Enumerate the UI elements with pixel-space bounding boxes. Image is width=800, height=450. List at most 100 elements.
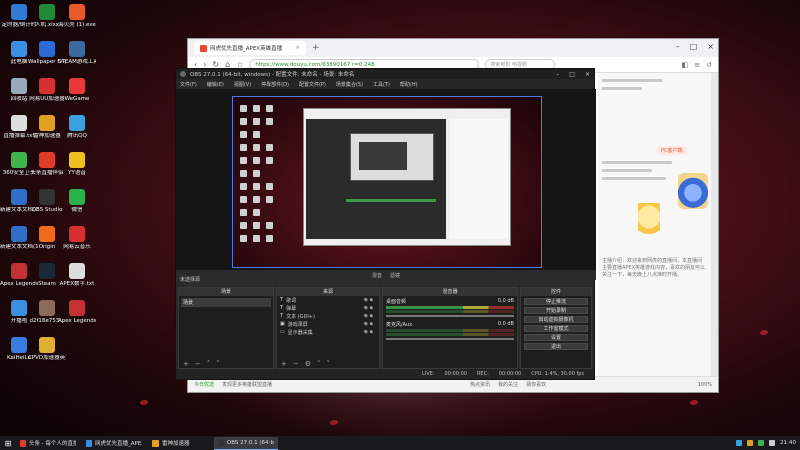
pc-client-badge[interactable]: PC客户端	[656, 146, 688, 155]
desktop-icon[interactable]: 海贝壳 (1).exe	[58, 4, 96, 29]
start-recording-button[interactable]: 开始录制	[524, 307, 588, 314]
live-label: LIVE:	[421, 371, 435, 377]
exit-button[interactable]: 退出	[524, 343, 588, 350]
music-icon	[69, 226, 85, 242]
stop-streaming-button[interactable]: 停止推流	[524, 298, 588, 305]
volume-slider[interactable]	[386, 315, 514, 317]
visibility-eye-icon[interactable]: ◉ ▪	[364, 297, 373, 303]
visibility-eye-icon[interactable]: ◉ ▪	[364, 313, 373, 319]
virtual-camera-button[interactable]: 启动虚拟摄像机	[524, 316, 588, 323]
mixer-tab[interactable]: 混音	[372, 272, 382, 279]
close-icon[interactable]: ×	[585, 71, 590, 78]
move-up-icon[interactable]: ˄	[317, 360, 321, 368]
douyu-favicon-icon	[200, 44, 207, 52]
settings-button[interactable]: 设置	[524, 334, 588, 341]
scrollbar[interactable]	[711, 73, 718, 376]
source-item[interactable]: T 文本 (GDI+) ◉ ▪	[277, 312, 379, 320]
maximize-icon[interactable]: □	[569, 71, 575, 78]
menu-edit[interactable]: 编辑(E)	[207, 81, 224, 88]
visibility-eye-icon[interactable]: ◉ ▪	[364, 329, 373, 335]
network-icon[interactable]	[736, 440, 743, 446]
status-item[interactable]: 热点资讯	[470, 381, 490, 388]
source-item[interactable]: T 弹幕 ◉ ▪	[277, 304, 379, 312]
minimize-icon[interactable]: –	[556, 71, 559, 78]
move-down-icon[interactable]: ˅	[216, 360, 220, 368]
preview-canvas[interactable]	[232, 96, 542, 268]
app-icon	[218, 439, 224, 446]
menu-icon[interactable]: ≡	[694, 61, 700, 69]
taskbar-item[interactable]: OBS 27.0.1 (64-bit...	[214, 436, 278, 450]
menu-scene-collection[interactable]: 场景集合(S)	[336, 81, 363, 88]
desktop-icon[interactable]: 微信	[58, 189, 96, 214]
remove-icon[interactable]: −	[293, 360, 299, 368]
steam-icon	[39, 263, 55, 279]
taskbar-item[interactable]: 网虎优先直播_APEX...	[82, 437, 146, 450]
source-item[interactable]: ▣ 游戏录屏 ◉ ▪	[277, 320, 379, 328]
source-item[interactable]: T 歌词 ◉ ▪	[277, 296, 379, 304]
maximize-icon[interactable]: □	[690, 42, 698, 51]
source-name: 弹幕	[286, 305, 297, 312]
add-icon[interactable]: +	[281, 360, 287, 368]
volume-slider[interactable]	[386, 338, 514, 340]
menu-docks[interactable]: 停靠部件(D)	[261, 81, 289, 88]
app-icon	[20, 439, 27, 447]
desktop-icon[interactable]: YY语音	[58, 152, 96, 177]
source-item[interactable]: ▭ 显示器采集 ◉ ▪	[277, 328, 379, 336]
zoom-level[interactable]: 100%	[698, 382, 712, 388]
kaiheila-icon	[11, 337, 27, 353]
volume-icon[interactable]	[769, 440, 776, 446]
scene-item[interactable]: 场景	[181, 298, 271, 307]
taskbar-item[interactable]: 雷神加速器	[148, 437, 212, 450]
add-icon[interactable]: +	[183, 360, 189, 368]
desktop-icon[interactable]: STEAM游戏工具	[58, 41, 96, 66]
menu-tools[interactable]: 工具(T)	[373, 81, 390, 88]
gift-banner[interactable]	[678, 173, 708, 209]
desktop-icon[interactable]: 网易云音乐	[58, 226, 96, 251]
clock[interactable]: 21:40	[780, 440, 796, 446]
text-file-icon	[69, 263, 85, 279]
obs-preview[interactable]	[176, 89, 596, 270]
desktop-icon[interactable]: Apex Legends	[58, 300, 96, 325]
close-icon[interactable]: ×	[707, 42, 714, 51]
word-doc-icon	[11, 226, 27, 242]
menu-file[interactable]: 文件(F)	[180, 81, 197, 88]
desktop-icon[interactable]: WeGame	[58, 78, 96, 103]
desktop-icon[interactable]: 腾讯QQ	[58, 115, 96, 140]
status-mid[interactable]: 发现更多英雄联盟直播	[222, 381, 272, 388]
volume-meter	[386, 306, 514, 309]
apex-icon	[69, 300, 85, 316]
move-down-icon[interactable]: ˅	[327, 360, 331, 368]
visibility-eye-icon[interactable]: ◉ ▪	[364, 321, 373, 327]
status-item[interactable]: 猜你喜欢	[526, 381, 546, 388]
studio-mode-button[interactable]: 工作室模式	[524, 325, 588, 332]
menu-profile[interactable]: 配置文件(P)	[299, 81, 326, 88]
wechat-tray-icon[interactable]	[758, 440, 765, 446]
undo-icon[interactable]: ↺	[706, 61, 712, 69]
menu-view[interactable]: 视图(V)	[234, 81, 251, 88]
new-tab-icon[interactable]: +	[312, 43, 320, 53]
minimize-icon[interactable]: –	[676, 42, 680, 51]
extension-icon[interactable]: ◧	[682, 61, 689, 69]
text-icon: T	[280, 313, 284, 319]
tray-app-icon[interactable]	[747, 440, 754, 446]
desktop-icon[interactable]: APEX数字.txt	[58, 263, 96, 288]
remove-icon[interactable]: −	[195, 360, 201, 368]
filters-tab[interactable]: 滤镜	[390, 272, 400, 279]
status-left[interactable]: 今日优选	[194, 381, 214, 388]
visibility-eye-icon[interactable]: ◉ ▪	[364, 305, 373, 311]
status-item[interactable]: 我的关注	[498, 381, 518, 388]
obs-icon	[39, 189, 55, 205]
browser-tab[interactable]: 网虎优先直播_APEX英雄直播 ×	[194, 41, 306, 55]
obs-titlebar: OBS 27.0.1 (64-bit, windows) - 配置文件: 未命名…	[176, 69, 594, 79]
text-line	[602, 79, 662, 82]
taskbar-item[interactable]: 头条 - 每个人的直播...	[16, 437, 80, 450]
windows-start-icon[interactable]: ⊞	[0, 439, 16, 448]
desktop-icon[interactable]: CPVD加速器英大版	[28, 337, 66, 362]
gear-icon[interactable]: ⚙	[305, 360, 311, 368]
move-up-icon[interactable]: ˄	[207, 360, 211, 368]
sources-dock: 来源 T 歌词 ◉ ▪ T 弹幕 ◉ ▪ T 文本 (GDI+) ◉ ▪ ▣ 游戏录屏 ◉ ▪ ▭ 显示器…	[276, 287, 380, 369]
close-tab-icon[interactable]: ×	[295, 45, 300, 51]
obs-window[interactable]: OBS 27.0.1 (64-bit, windows) - 配置文件: 未命名…	[175, 68, 596, 380]
desktop-icon-label: 海贝壳 (1).exe	[58, 22, 96, 28]
menu-help[interactable]: 帮助(H)	[400, 81, 418, 88]
